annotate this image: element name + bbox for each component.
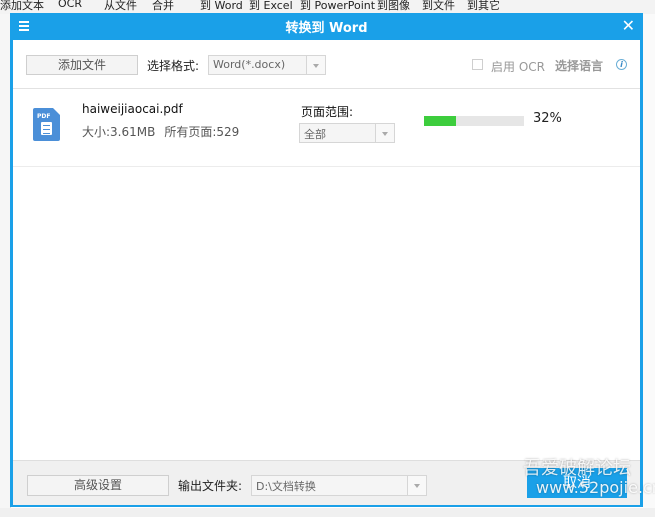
file-size: 大小:3.61MB — [82, 125, 156, 139]
ocr-label[interactable]: 启用 OCR — [491, 58, 545, 75]
chevron-down-icon[interactable] — [407, 476, 426, 495]
background-right-panel — [643, 14, 655, 517]
dialog-titlebar[interactable]: 转换到 Word ✕ — [10, 13, 643, 40]
info-icon[interactable]: i — [616, 59, 627, 70]
format-label: 选择格式: — [147, 59, 200, 73]
page-range-label: 页面范围: — [301, 105, 354, 119]
bg-to-other[interactable]: 到其它 — [467, 0, 500, 13]
output-folder-select[interactable]: D:\文档转换 — [251, 475, 427, 496]
select-language-button[interactable]: 选择语言 — [555, 57, 603, 74]
add-file-button[interactable]: 添加文件 — [26, 55, 138, 75]
page-range-value: 全部 — [304, 128, 326, 141]
background-bottom-strip — [0, 508, 655, 517]
background-toolbar: 添加文本 OCR 从文件 合并 到 Word 到 Excel 到 PowerPo… — [0, 0, 655, 14]
convert-dialog: 转换到 Word ✕ 添加文件 选择格式: Word(*.docx) 启用 OC… — [10, 13, 643, 507]
bg-merge[interactable]: 合并 — [152, 0, 174, 13]
advanced-settings-button[interactable]: 高级设置 — [27, 475, 169, 496]
progress-fill — [424, 116, 456, 126]
bg-ocr[interactable]: OCR — [58, 0, 82, 10]
output-folder-value: D:\文档转换 — [256, 480, 316, 493]
progress-percent: 32% — [533, 111, 562, 126]
pdf-file-icon: PDF — [33, 108, 60, 141]
ocr-checkbox[interactable] — [472, 59, 483, 70]
file-pages: 所有页面:529 — [164, 125, 240, 139]
bg-to-excel[interactable]: 到 Excel — [249, 0, 293, 13]
close-icon[interactable]: ✕ — [622, 16, 635, 35]
file-name: haiweijiaocai.pdf — [82, 102, 183, 116]
chevron-down-icon[interactable] — [306, 56, 325, 74]
bg-add-text[interactable]: 添加文本 — [0, 0, 44, 13]
watermark-text: 吾爱破解论坛 — [523, 458, 631, 479]
bg-to-image[interactable]: 到图像 — [377, 0, 410, 13]
chevron-down-icon[interactable] — [375, 124, 394, 142]
pdf-icon-label: PDF — [37, 113, 51, 120]
dialog-title: 转换到 Word — [285, 21, 368, 36]
format-select-value: Word(*.docx) — [213, 58, 286, 71]
page-range-select[interactable]: 全部 — [299, 123, 395, 143]
file-row[interactable]: PDF haiweijiaocai.pdf 大小:3.61MB 所有页面:529 … — [13, 92, 640, 167]
conversion-progress-bar — [424, 116, 524, 126]
dialog-body: 添加文件 选择格式: Word(*.docx) 启用 OCR 选择语言 i PD… — [13, 40, 640, 505]
format-select[interactable]: Word(*.docx) — [208, 55, 326, 75]
options-toolbar: 添加文件 选择格式: Word(*.docx) 启用 OCR 选择语言 i — [13, 40, 640, 89]
watermark-url: www.52pojie.cn — [536, 478, 655, 497]
bg-to-word[interactable]: 到 Word — [200, 0, 243, 13]
output-folder-label: 输出文件夹: — [178, 479, 243, 493]
bg-to-file[interactable]: 到文件 — [422, 0, 455, 13]
bg-to-powerpoint[interactable]: 到 PowerPoint — [300, 0, 375, 13]
bg-from-file[interactable]: 从文件 — [104, 0, 137, 13]
file-meta: 大小:3.61MB 所有页面:529 — [82, 123, 239, 140]
